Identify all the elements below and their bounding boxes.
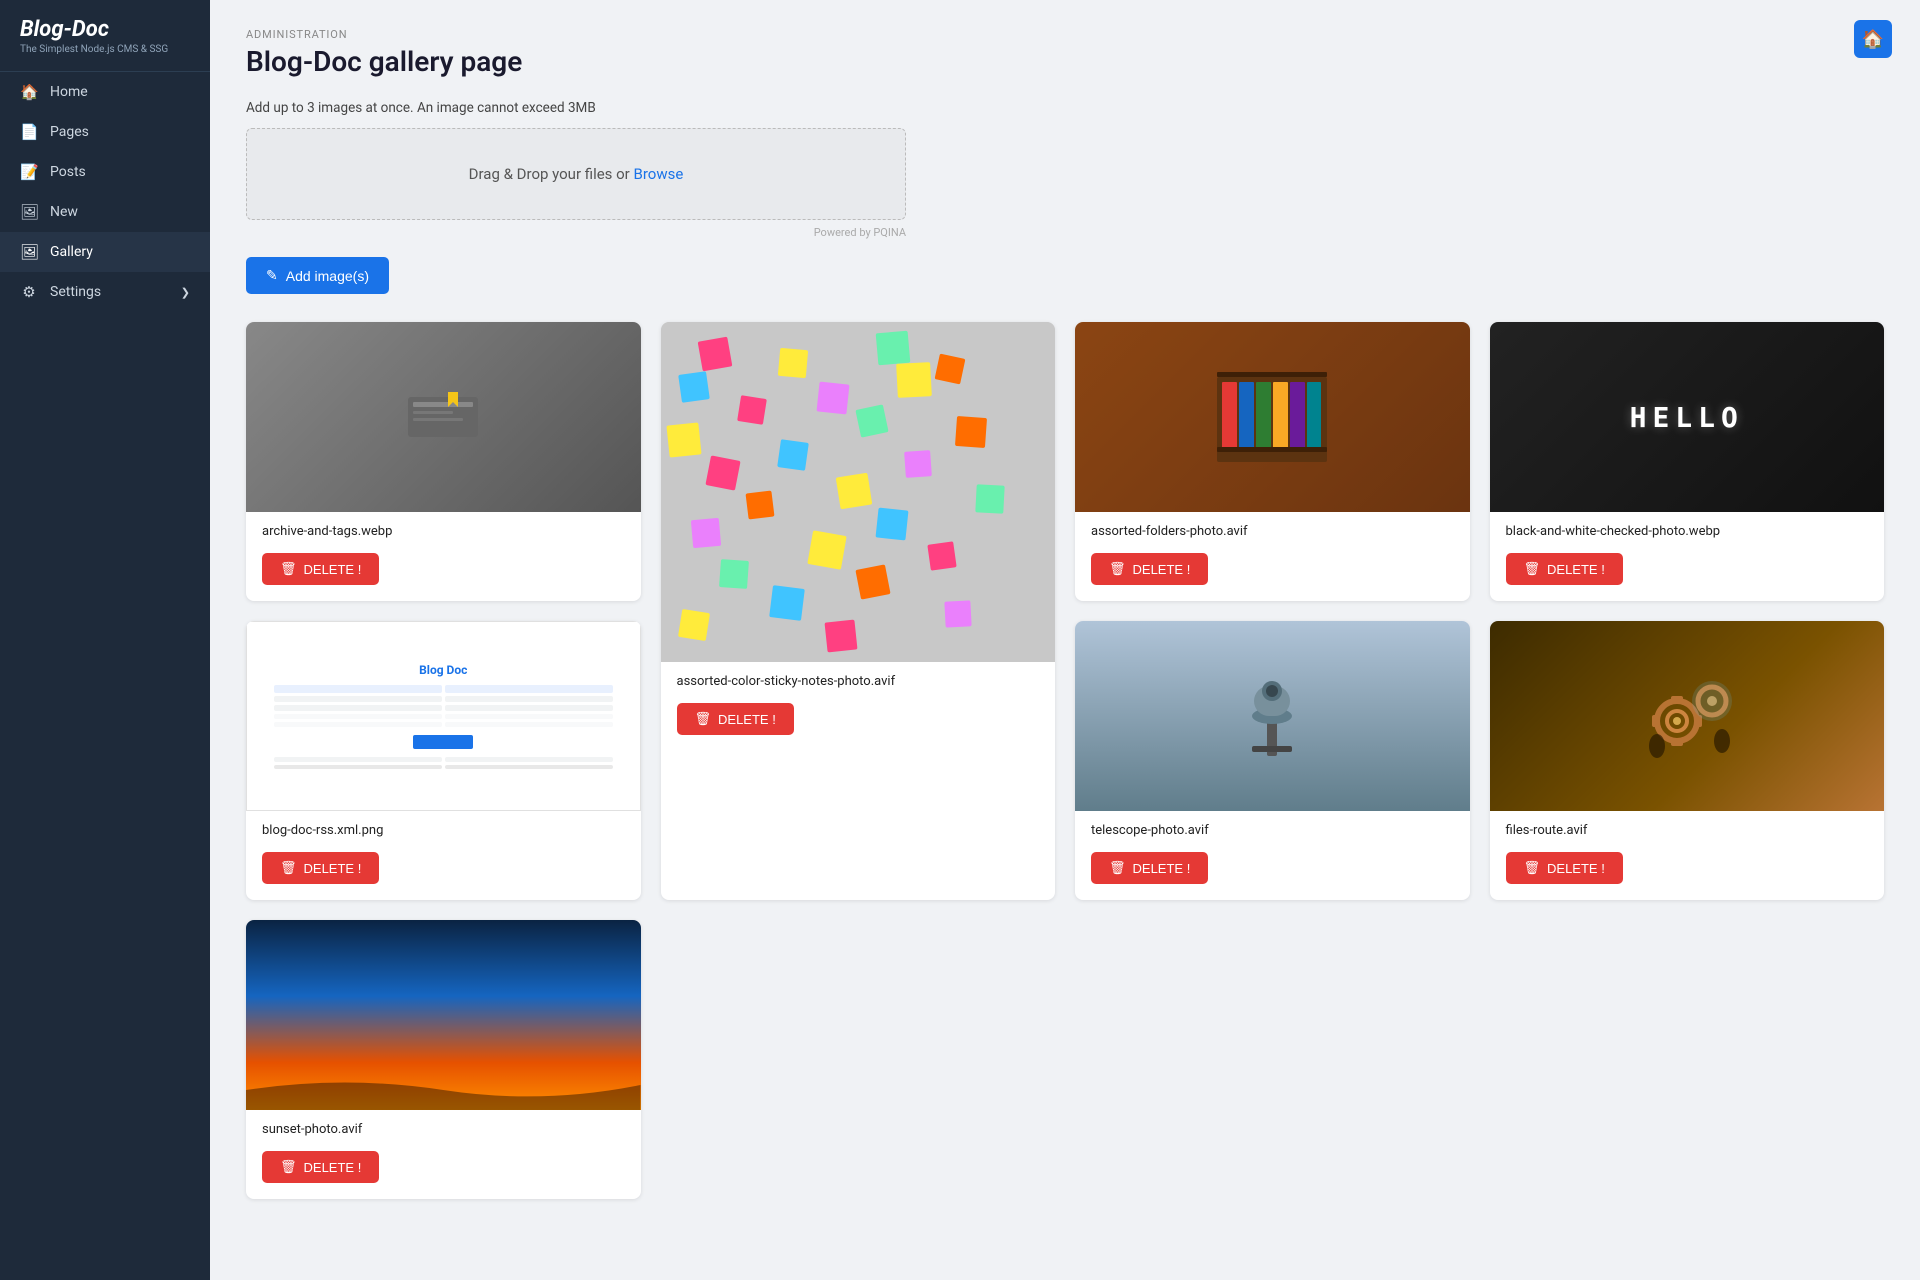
main-content: ADMINISTRATION Blog-Doc gallery page Add… <box>210 0 1920 1280</box>
logo-subtitle: The Simplest Node.js CMS & SSG <box>20 44 190 55</box>
delete-button[interactable]: 🗑 DELETE ! <box>1506 852 1623 884</box>
delete-button[interactable]: 🗑 DELETE ! <box>1091 852 1208 884</box>
home-icon: 🏠 <box>20 83 38 101</box>
home-icon: 🏠 <box>1862 29 1884 50</box>
gallery-card: HELLO black-and-white-checked-photo.webp… <box>1490 322 1885 601</box>
upload-info: Add up to 3 images at once. An image can… <box>246 100 1884 116</box>
gallery-image-name: telescope-photo.avif <box>1091 823 1454 838</box>
gallery-image-name: files-route.avif <box>1506 823 1869 838</box>
delete-label: DELETE ! <box>304 861 362 876</box>
trash-icon: 🗑 <box>1524 561 1541 577</box>
sidebar-item-posts[interactable]: 📝 Posts <box>0 152 210 192</box>
delete-button[interactable]: 🗑 DELETE ! <box>262 852 379 884</box>
delete-label: DELETE ! <box>1133 861 1191 876</box>
gallery-card: telescope-photo.avif 🗑 DELETE ! <box>1075 621 1470 900</box>
sidebar-item-label: Gallery <box>50 244 190 260</box>
gallery-image-name: archive-and-tags.webp <box>262 524 625 539</box>
admin-label: ADMINISTRATION <box>246 28 1884 41</box>
gallery-image <box>1490 621 1885 811</box>
delete-label: DELETE ! <box>1547 861 1605 876</box>
gallery-card: archive-and-tags.webp 🗑 DELETE ! <box>246 322 641 601</box>
new-icon: 🖼 <box>20 203 38 221</box>
gallery-image <box>661 322 1056 662</box>
sidebar-item-label: Settings <box>50 284 169 300</box>
gallery-card: Blog Doc <box>246 621 641 900</box>
trash-icon: 🗑 <box>1524 860 1541 876</box>
gallery-card: files-route.avif 🗑 DELETE ! <box>1490 621 1885 900</box>
pages-icon: 📄 <box>20 123 38 141</box>
gallery-image: HELLO <box>1490 322 1885 512</box>
sidebar: Blog-Doc The Simplest Node.js CMS & SSG … <box>0 0 210 1280</box>
delete-button[interactable]: 🗑 DELETE ! <box>262 553 379 585</box>
sidebar-item-label: Posts <box>50 164 190 180</box>
delete-button[interactable]: 🗑 DELETE ! <box>262 1151 379 1183</box>
browse-link[interactable]: Browse <box>634 165 684 183</box>
delete-label: DELETE ! <box>1547 562 1605 577</box>
sidebar-item-label: Home <box>50 84 190 100</box>
delete-label: DELETE ! <box>1133 562 1191 577</box>
sidebar-item-label: Pages <box>50 124 190 140</box>
powered-by: Powered by PQINA <box>246 226 906 239</box>
gallery-icon: 🖼 <box>20 243 38 261</box>
gallery-card: sunset-photo.avif 🗑 DELETE ! <box>246 920 641 1199</box>
settings-icon: ⚙ <box>20 283 38 301</box>
chevron-right-icon: ❯ <box>181 286 190 299</box>
add-images-icon: ✎ <box>266 267 278 284</box>
gallery-image-name: black-and-white-checked-photo.webp <box>1506 524 1869 539</box>
delete-button[interactable]: 🗑 DELETE ! <box>1091 553 1208 585</box>
sidebar-item-home[interactable]: 🏠 Home <box>0 72 210 112</box>
home-button[interactable]: 🏠 <box>1854 20 1892 58</box>
page-title: Blog-Doc gallery page <box>246 45 1884 78</box>
trash-icon: 🗑 <box>1109 860 1126 876</box>
gallery-image <box>1075 621 1470 811</box>
sidebar-item-settings[interactable]: ⚙ Settings ❯ <box>0 272 210 312</box>
gallery-image-name: blog-doc-rss.xml.png <box>262 823 625 838</box>
delete-label: DELETE ! <box>304 562 362 577</box>
delete-label: DELETE ! <box>304 1160 362 1175</box>
posts-icon: 📝 <box>20 163 38 181</box>
hello-text: HELLO <box>1630 401 1744 434</box>
gallery-card: assorted-color-sticky-notes-photo.avif 🗑… <box>661 322 1056 900</box>
sidebar-item-label: New <box>50 204 190 220</box>
trash-icon: 🗑 <box>280 561 297 577</box>
delete-button[interactable]: 🗑 DELETE ! <box>677 703 794 735</box>
dropzone-text: Drag & Drop your files or <box>469 165 630 183</box>
gallery-grid: archive-and-tags.webp 🗑 DELETE ! <box>246 322 1884 1199</box>
add-images-label: Add image(s) <box>286 268 369 284</box>
trash-icon: 🗑 <box>695 711 712 727</box>
gallery-image <box>246 920 641 1110</box>
trash-icon: 🗑 <box>280 860 297 876</box>
delete-button[interactable]: 🗑 DELETE ! <box>1506 553 1623 585</box>
sidebar-item-pages[interactable]: 📄 Pages <box>0 112 210 152</box>
gallery-image: Blog Doc <box>246 621 641 811</box>
sidebar-item-new[interactable]: 🖼 New <box>0 192 210 232</box>
trash-icon: 🗑 <box>1109 561 1126 577</box>
gallery-image <box>1075 322 1470 512</box>
gallery-card: assorted-folders-photo.avif 🗑 DELETE ! <box>1075 322 1470 601</box>
gallery-image <box>246 322 641 512</box>
dropzone[interactable]: Drag & Drop your files or Browse <box>246 128 906 220</box>
sidebar-logo: Blog-Doc The Simplest Node.js CMS & SSG <box>0 0 210 72</box>
delete-label: DELETE ! <box>718 712 776 727</box>
gallery-image-name: assorted-folders-photo.avif <box>1091 524 1454 539</box>
gallery-image-name: assorted-color-sticky-notes-photo.avif <box>677 674 1040 689</box>
sidebar-item-gallery[interactable]: 🖼 Gallery <box>0 232 210 272</box>
logo-title: Blog-Doc <box>20 18 190 42</box>
add-images-button[interactable]: ✎ Add image(s) <box>246 257 389 294</box>
trash-icon: 🗑 <box>280 1159 297 1175</box>
gallery-image-name: sunset-photo.avif <box>262 1122 625 1137</box>
